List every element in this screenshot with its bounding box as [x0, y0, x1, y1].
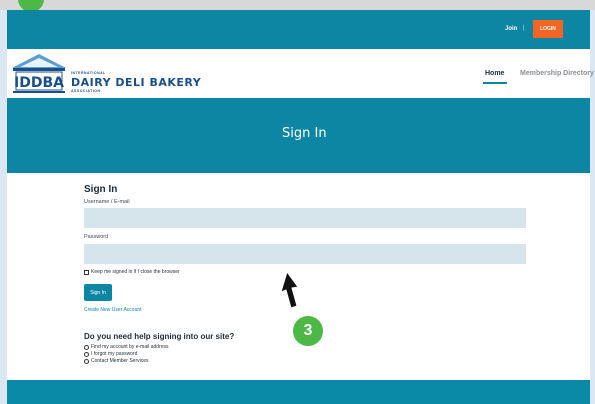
hero-title: Sign In — [282, 126, 327, 141]
help-option-find-account[interactable]: Find my account by e-mail address — [84, 344, 169, 350]
sign-in-button[interactable]: Sign In — [84, 284, 112, 301]
username-input[interactable] — [84, 208, 526, 228]
left-edge — [0, 10, 7, 404]
utility-bar — [7, 10, 590, 49]
help-title: Do you need help signing into our site? — [84, 332, 235, 341]
pointer-cursor-icon — [281, 272, 299, 309]
brand-line-association: ASSOCIATION — [71, 89, 101, 93]
nav-home[interactable]: Home — [485, 70, 504, 77]
brand-name: DAIRY DELI BAKERY — [71, 76, 202, 89]
step-number-badge: 3 — [291, 314, 325, 348]
utility-separator: | — [523, 25, 525, 31]
svg-text:IDDBA: IDDBA — [14, 75, 64, 91]
radio-button[interactable] — [84, 358, 89, 364]
create-account-link[interactable]: Create New User Account — [84, 307, 142, 313]
help-option-label: I forgot my password — [91, 351, 138, 357]
login-button[interactable]: LOGIN — [533, 20, 563, 38]
help-option-label: Contact Member Services — [91, 358, 149, 364]
nav-active-underline — [483, 82, 507, 84]
join-link[interactable]: Join — [505, 26, 517, 32]
top-strip — [0, 0, 595, 10]
password-input[interactable] — [84, 244, 526, 264]
nav-membership-directory[interactable]: Membership Directory — [520, 70, 594, 77]
form-title: Sign In — [84, 184, 118, 195]
remember-me-label: Keep me signed in if I close the browser — [91, 269, 180, 275]
help-option-forgot-password[interactable]: I forgot my password — [84, 351, 137, 357]
radio-button[interactable] — [84, 351, 89, 357]
brand-line-international: INTERNATIONAL — [71, 71, 106, 75]
help-option-label: Find my account by e-mail address — [91, 344, 169, 350]
password-label: Password — [84, 234, 109, 240]
radio-button[interactable] — [84, 344, 89, 350]
site-footer — [7, 380, 590, 404]
iddba-logo[interactable]: IDDBA — [10, 52, 68, 96]
username-label: Username / E-mail — [84, 199, 130, 205]
remember-me-checkbox[interactable] — [84, 270, 89, 275]
help-option-contact-services[interactable]: Contact Member Services — [84, 358, 149, 364]
